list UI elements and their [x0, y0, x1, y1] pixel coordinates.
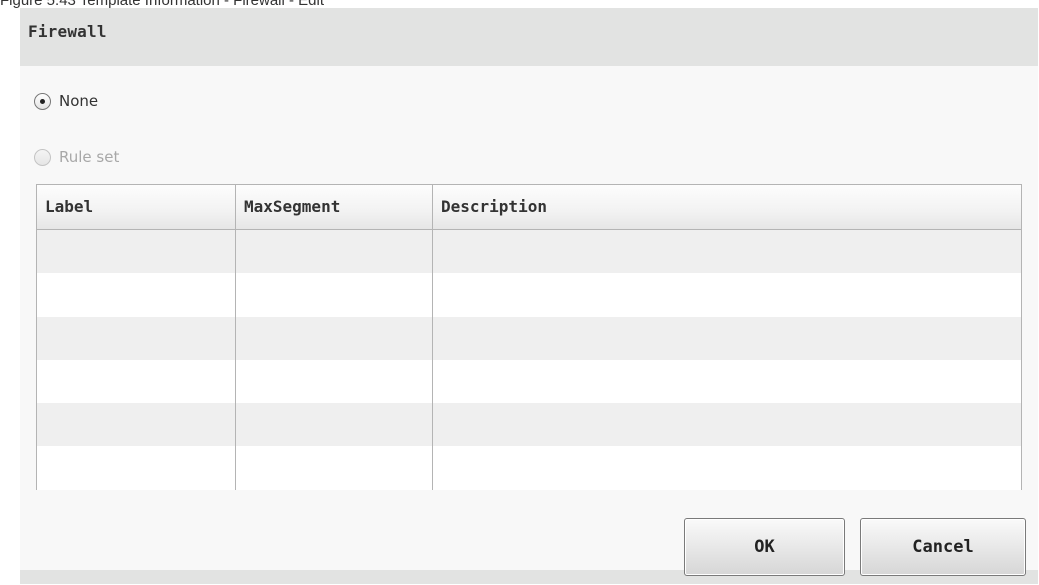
radio-rule-set-button	[34, 148, 51, 166]
table-cell	[433, 360, 1021, 403]
table-row[interactable]	[37, 446, 1021, 490]
column-header-maxsegment[interactable]: MaxSegment	[236, 185, 433, 229]
table-cell	[37, 446, 236, 490]
figure-caption: Figure 5.43 Template Information - Firew…	[0, 0, 1039, 8]
table-cell	[433, 446, 1021, 489]
table-cell	[236, 316, 433, 360]
table-cell	[236, 359, 433, 404]
radio-option-none[interactable]: None	[34, 92, 98, 110]
table-cell	[37, 230, 236, 274]
table-cell	[236, 403, 433, 447]
table-cell	[433, 273, 1021, 316]
radio-option-rule-set: Rule set	[34, 148, 119, 166]
table-cell	[236, 230, 433, 274]
table-body	[37, 230, 1021, 490]
radio-none-label: None	[59, 92, 99, 110]
dialog-title: Firewall	[28, 22, 107, 41]
table-cell	[37, 359, 236, 404]
table-row[interactable]	[37, 273, 1021, 317]
table-cell	[236, 446, 433, 490]
radio-none-button[interactable]	[34, 92, 51, 110]
table-cell	[37, 403, 236, 447]
table-row[interactable]	[37, 230, 1021, 274]
cancel-button[interactable]: Cancel	[860, 518, 1026, 576]
table-cell	[433, 403, 1021, 446]
column-header-label[interactable]: Label	[37, 185, 236, 229]
table-cell	[433, 317, 1021, 360]
table-cell	[236, 273, 433, 317]
table-row[interactable]	[37, 403, 1021, 447]
table-cell	[433, 230, 1021, 273]
radio-rule-set-label: Rule set	[59, 148, 120, 166]
table-cell	[37, 316, 236, 360]
dialog-body: None Rule set Label MaxSegment Descripti…	[20, 66, 1038, 576]
ok-button[interactable]: OK	[684, 518, 845, 576]
table-row[interactable]	[37, 316, 1021, 360]
firewall-dialog: Firewall None Rule set Label MaxSegment …	[20, 8, 1038, 584]
rule-set-table: Label MaxSegment Description	[36, 184, 1022, 490]
table-cell	[37, 273, 236, 317]
table-row[interactable]	[37, 359, 1021, 404]
column-header-description[interactable]: Description	[433, 185, 1021, 229]
table-header: Label MaxSegment Description	[37, 185, 1021, 230]
